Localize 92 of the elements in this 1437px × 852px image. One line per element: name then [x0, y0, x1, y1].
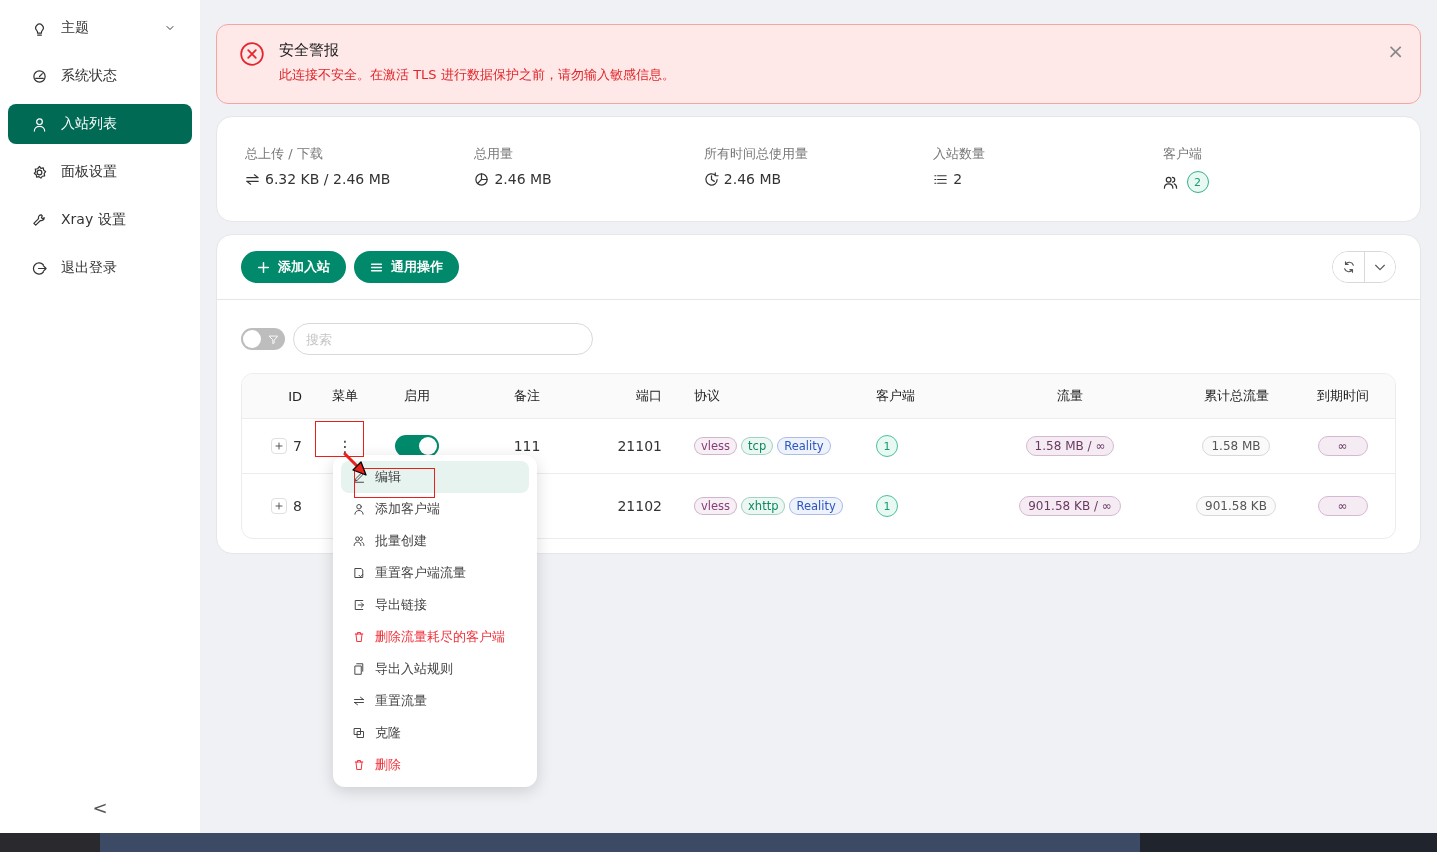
sidebar-item[interactable]: 主题 [8, 8, 192, 48]
table-cell: 21102 [617, 498, 662, 514]
alert-message: 此连接不安全。在激活 TLS 进行数据保护之前，请勿输入敏感信息。 [279, 66, 676, 84]
protocol-tag: tcp [741, 437, 774, 455]
table-cell: 7 [293, 438, 302, 454]
menu-item[interactable]: 编辑 [341, 461, 529, 493]
enable-switch[interactable] [395, 435, 439, 457]
column-header: 启用 [403, 387, 431, 405]
collapse-button[interactable]: < [86, 796, 114, 819]
traffic-tag: 901.58 KB / ∞ [1019, 496, 1121, 516]
refresh-icon [1341, 260, 1356, 274]
highlight-frame [315, 421, 364, 457]
export-icon [353, 599, 365, 611]
users-icon [1162, 174, 1178, 190]
trash-icon [353, 631, 365, 643]
copy-icon [353, 663, 365, 675]
column-header: 累计总流量 [1202, 387, 1270, 405]
column-header: 协议 [693, 387, 721, 405]
stat-value: 2.46 MB [494, 171, 552, 187]
column-header: 流量 [1056, 387, 1084, 405]
annotation-arrow [343, 452, 369, 478]
user-icon [32, 116, 47, 132]
menu-item[interactable]: 删除 [341, 749, 529, 781]
expiry-tag: ∞ [1317, 436, 1368, 456]
protocol-tag: Reality [789, 497, 843, 515]
pie-chart-icon [474, 171, 490, 187]
settings-icon [32, 164, 47, 180]
protocol-tag: vless [694, 437, 738, 455]
add-inbound-button[interactable]: 添加入站 [241, 251, 346, 283]
document-icon [353, 567, 365, 579]
menu-item[interactable]: 导出入站规则 [341, 653, 529, 685]
plus-icon [257, 260, 270, 274]
stat-label: 总上传 / 下载 [245, 145, 324, 163]
filter-icon [268, 333, 279, 345]
menu-item[interactable]: 删除流量耗尽的客户端 [341, 621, 529, 653]
sidebar-item[interactable]: 退出登录 [8, 248, 192, 288]
menu-item[interactable]: 批量创建 [341, 525, 529, 557]
menu-item[interactable]: 重置客户端流量 [341, 557, 529, 589]
column-header: 到期时间 [1315, 387, 1370, 405]
search-field[interactable]: 搜索 [293, 323, 593, 355]
protocol-tag: Reality [777, 437, 831, 455]
error-icon [239, 41, 265, 67]
sidebar-item[interactable]: 系统状态 [8, 56, 192, 96]
expiry-tag: ∞ [1317, 496, 1368, 516]
column-header: 客户端 [875, 387, 916, 405]
wrench-icon [32, 212, 47, 228]
swap-icon [353, 695, 365, 707]
table-cell: 8 [293, 498, 302, 514]
bulb-icon [32, 20, 47, 36]
column-header: 菜单 [331, 387, 359, 405]
more-button[interactable]: ⋮ [331, 435, 359, 457]
stat-value: 6.32 KB / 2.46 MB [265, 171, 391, 187]
protocol-tag: xhttp [741, 497, 786, 515]
swap-icon [245, 171, 260, 187]
stat-label: 总用量 [474, 145, 515, 163]
sidebar-item[interactable]: Xray 设置 [8, 200, 192, 240]
sidebar-item[interactable]: 面板设置 [8, 152, 192, 192]
stat-label: 所有时间总使用量 [703, 145, 809, 163]
expand-button[interactable] [271, 438, 288, 454]
table-cell: 21101 [617, 438, 662, 454]
total-tag: 1.58 MB [1202, 436, 1270, 456]
clock-icon [703, 171, 719, 187]
column-header: 端口 [635, 387, 663, 405]
count-badge: 1 [876, 435, 898, 457]
traffic-tag: 1.58 MB / ∞ [1025, 436, 1115, 456]
column-header: 备注 [513, 387, 541, 405]
column-header: ID [287, 388, 303, 404]
protocol-tag: vless [694, 497, 738, 515]
count-badge: 2 [1186, 171, 1209, 193]
clone-icon [353, 727, 365, 739]
filter-toggle[interactable] [241, 328, 285, 350]
menu-item[interactable]: 添加客户端 [341, 493, 529, 525]
menu-item[interactable]: 克隆 [341, 717, 529, 749]
table-cell: 111 [513, 438, 541, 454]
menu-item[interactable]: 导出链接 [341, 589, 529, 621]
stat-value: 2 [953, 171, 963, 187]
stat-label: 入站数量 [933, 145, 987, 163]
logout-icon [32, 260, 47, 276]
pencil-icon [353, 471, 365, 483]
sidebar-item[interactable]: 入站列表 [8, 104, 192, 144]
count-badge: 1 [876, 495, 898, 517]
menu-item[interactable]: 重置流量 [341, 685, 529, 717]
expand-button[interactable] [271, 498, 288, 514]
users-icon [353, 535, 365, 547]
general-actions-button[interactable]: 通用操作 [354, 251, 459, 283]
user-icon [353, 503, 365, 515]
stat-value: 2.46 MB [723, 171, 782, 187]
trash-icon [353, 759, 365, 771]
total-tag: 901.58 KB [1196, 496, 1276, 516]
alert-title: 安全警报 [279, 41, 340, 60]
stat-label: 客户端 [1162, 145, 1203, 163]
gauge-icon [32, 68, 47, 84]
